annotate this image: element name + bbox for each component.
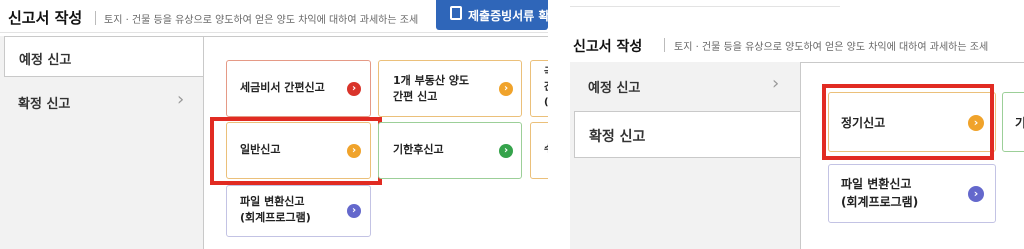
card-file-conversion[interactable]: 파일 변환신고 (회계프로그램) › [226,185,371,237]
document-icon [450,6,462,20]
sidebar-item-preliminary[interactable]: 예정 신고 [4,36,203,77]
page-description: 토지 · 건물 등을 유상으로 양도하여 얻은 양도 차익에 대하여 과세하는 … [674,42,989,53]
card-label-partial: 국 [544,66,548,80]
submit-documents-label: 제출증빙서류 확 [468,9,548,23]
sidebar-item-label: 확정 신고 [589,129,646,145]
card-single-property-simple[interactable]: 1개 부동산 양도 간편 신고 › [378,60,522,117]
left-screenshot-panel: 신고서 작성 토지 · 건물 등을 유상으로 양도하여 얻은 양도 차익에 대하… [0,0,548,249]
sidebar-item-label: 예정 신고 [19,53,72,68]
sidebar-item-final[interactable]: 확정 신고 [574,111,800,158]
chevron-right-icon: › [499,82,513,96]
card-partial-right[interactable]: 기 [1002,92,1024,152]
sidebar-item-preliminary[interactable]: 예정 신고 › [574,66,800,106]
sidebar-item-label: 확정 신고 [18,97,71,112]
chevron-right-icon: › [772,73,780,94]
card-partial-right[interactable]: 국 간 (- [530,60,548,117]
card-label-line2: (회계프로그램) [240,211,311,224]
chevron-right-icon: › [968,186,984,202]
right-screenshot-panel: 신고서 작성 토지 · 건물 등을 유상으로 양도하여 얻은 양도 차익에 대하… [570,0,1024,249]
title-separator [95,11,96,25]
highlight-box [822,84,994,160]
highlight-box [210,117,382,185]
card-label-partial: 수 [544,143,548,157]
chevron-right-icon: › [347,204,361,218]
page-title: 신고서 작성 [573,39,643,55]
card-late-filing[interactable]: 기한후신고 › [378,122,522,179]
chevron-right-icon: › [347,82,361,96]
page-title: 신고서 작성 [8,9,83,27]
card-label-partial: 간 [544,81,548,95]
page-description: 토지 · 건물 등을 유상으로 양도하여 얻은 양도 차익에 대하여 과세하는 … [104,15,419,26]
card-label-line1: 파일 변환신고 [240,195,305,208]
sidebar-item-label: 예정 신고 [588,81,641,96]
card-file-conversion[interactable]: 파일 변환신고 (회계프로그램) › [828,164,996,223]
card-label-line2: (회계프로그램) [841,195,919,209]
sidebar-item-final[interactable]: 확정 신고 › [4,82,203,122]
card-partial-right-2[interactable]: 수 [530,122,548,179]
card-label: 기한후신고 [393,143,444,156]
card-label-line2: 간편 신고 [393,90,438,103]
chevron-right-icon: › [177,89,185,110]
card-label-partial: (- [544,96,548,110]
header-divider [0,32,548,33]
card-label-partial: 기 [1015,116,1024,130]
title-separator [664,38,665,52]
card-label: 세금비서 간편신고 [240,81,325,94]
submit-documents-button[interactable]: 제출증빙서류 확 [436,0,548,30]
card-tax-assistant-simple[interactable]: 세금비서 간편신고 › [226,60,371,117]
chevron-right-icon: › [499,144,513,158]
card-label-line1: 1개 부동산 양도 [393,74,470,87]
card-label-line1: 파일 변환신고 [841,177,912,191]
top-fade-line [570,6,840,7]
